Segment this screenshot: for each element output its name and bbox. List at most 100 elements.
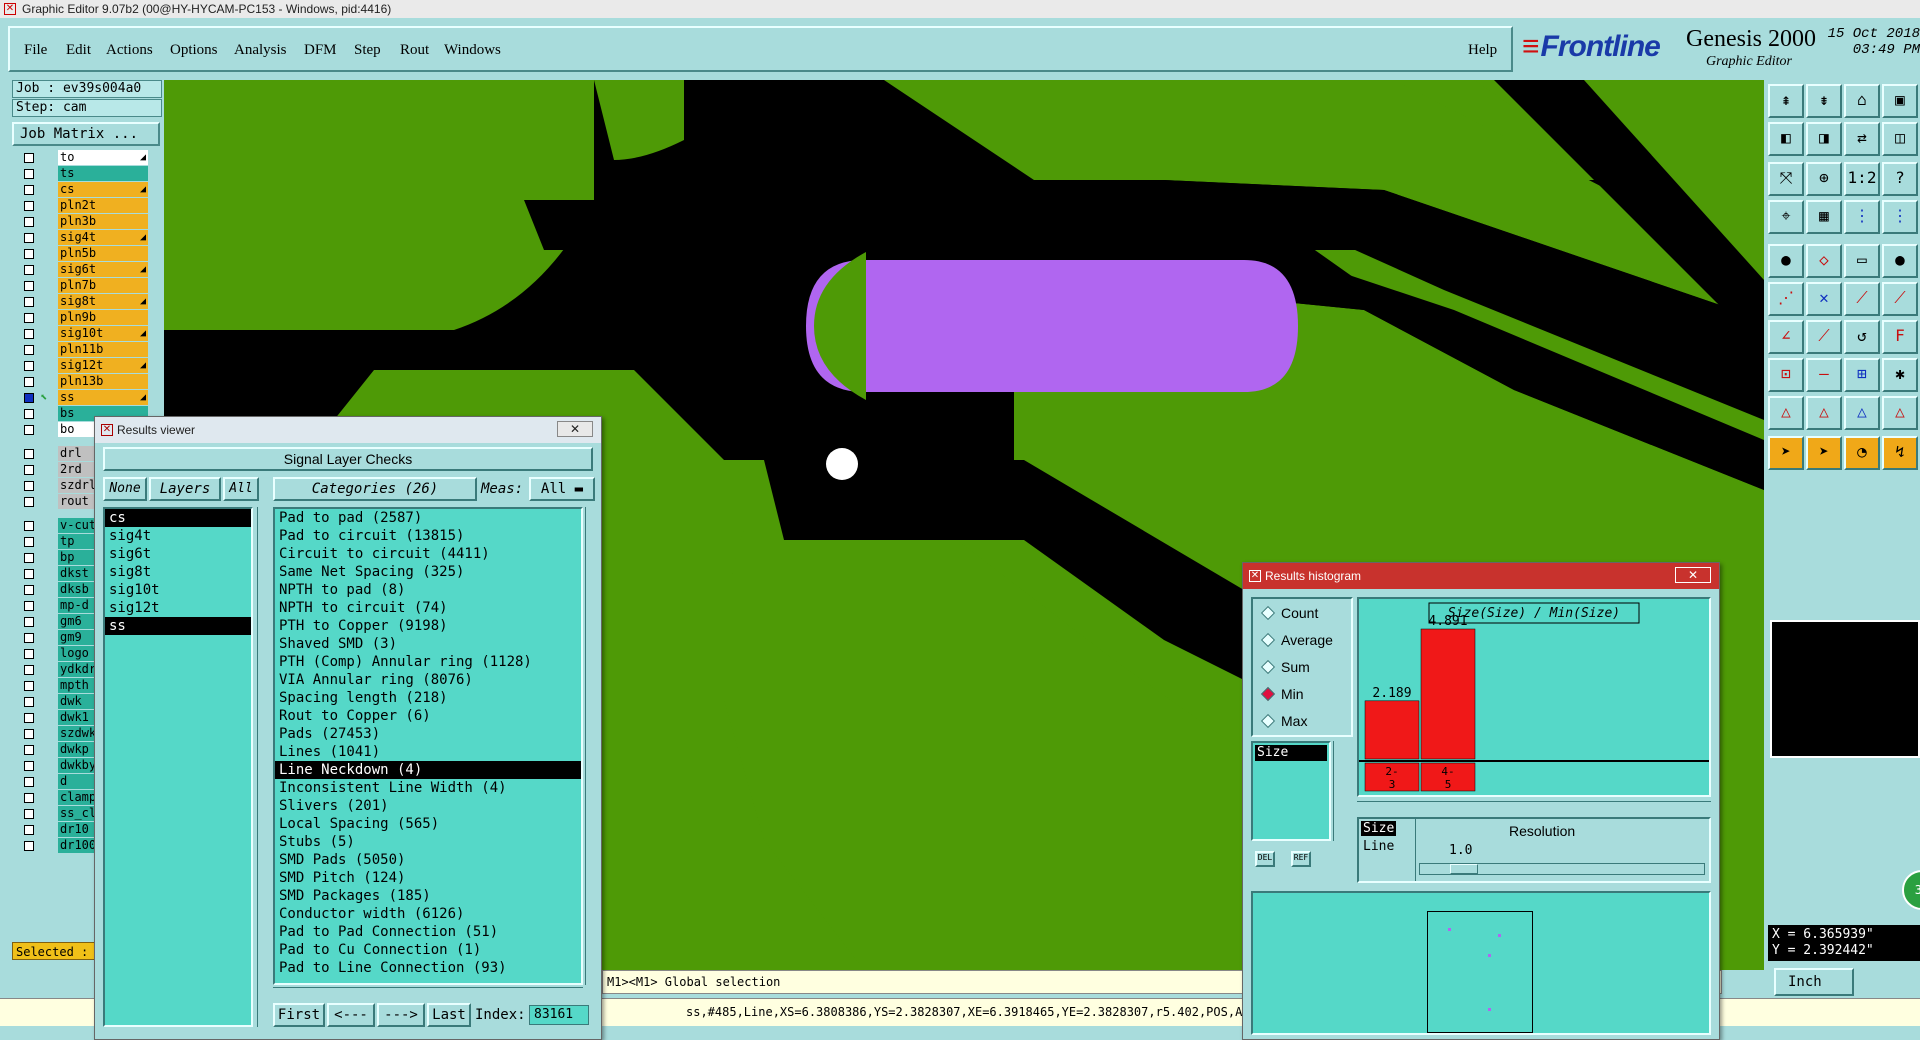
layer-checkbox[interactable] [24,649,34,659]
slider-handle[interactable] [1450,864,1478,874]
result-layer-item[interactable]: ss [105,617,251,635]
all-button[interactable]: All [223,477,259,501]
menu-analysis[interactable]: Analysis [234,42,287,59]
option-min[interactable]: Min [1260,684,1304,704]
tool-zoom-icon[interactable]: ⊕ [1806,162,1842,196]
tool-copy-icon[interactable]: ◇ [1806,244,1842,278]
tool-grid-icon[interactable]: ▦ [1806,200,1842,234]
menu-dfm[interactable]: DFM [304,42,337,59]
category-item[interactable]: Pad to Pad Connection (51) [275,923,581,941]
meas-dropdown[interactable]: All ▬ [529,477,595,501]
tool-tri3-icon[interactable]: △ [1844,396,1880,430]
first-button[interactable]: First [273,1003,325,1027]
layer-checkbox[interactable] [24,409,34,419]
tool-select2-icon[interactable]: ➤ [1806,436,1842,470]
layer-checkbox[interactable] [24,153,34,163]
measure-list[interactable]: Size [1251,741,1331,841]
layer-checkbox[interactable] [24,633,34,643]
categories-button[interactable]: Categories (26) [273,477,477,501]
tool-window-icon[interactable]: ▣ [1882,84,1918,118]
tool-angle-icon[interactable]: ∠ [1768,320,1804,354]
category-item[interactable]: Spacing length (218) [275,689,581,707]
layer-row-sig6t[interactable]: sig6t ◢ [18,262,160,277]
layer-checkbox[interactable] [24,553,34,563]
layer-checkbox[interactable] [24,585,34,595]
layer-checkbox[interactable] [24,425,34,435]
tool-select-icon[interactable]: ➤ [1768,436,1804,470]
layer-name[interactable]: sig4t ◢ [58,230,148,245]
category-item[interactable]: Lines (1041) [275,743,581,761]
layer-name[interactable]: pln5b [58,246,148,261]
layer-row-ss[interactable]: ⬉ ss ◢ [18,390,160,405]
result-layer-item[interactable]: sig8t [105,563,251,581]
category-item[interactable]: PTH (Comp) Annular ring (1128) [275,653,581,671]
category-item[interactable]: Circuit to circuit (4411) [275,545,581,563]
tool-snap-icon[interactable]: ⋮ [1844,200,1880,234]
layer-name[interactable]: pln13b [58,374,148,389]
layer-checkbox[interactable] [24,217,34,227]
tool-node-icon[interactable]: ⟋ [1882,282,1918,316]
layer-checkbox[interactable] [24,185,34,195]
layer-checkbox[interactable] [24,201,34,211]
category-item[interactable]: Pad to Cu Connection (1) [275,941,581,959]
layer-row-to[interactable]: to ◢ [18,150,160,165]
tool-slash-icon[interactable]: ⟋ [1806,320,1842,354]
tool-swap-icon[interactable]: ⇄ [1844,122,1880,156]
category-item[interactable]: VIA Annular ring (8076) [275,671,581,689]
tool-move-icon[interactable]: ⊞ [1844,358,1880,392]
menu-step[interactable]: Step [354,42,381,59]
none-button[interactable]: None [103,477,147,501]
tool-lasso-icon[interactable]: ◔ [1844,436,1880,470]
layer-checkbox[interactable] [24,481,34,491]
close-icon[interactable]: ✕ [1675,567,1711,583]
layer-checkbox[interactable] [24,793,34,803]
layers-button[interactable]: Layers [149,477,221,501]
category-item[interactable]: Pad to circuit (13815) [275,527,581,545]
category-item[interactable]: Shaved SMD (3) [275,635,581,653]
tool-connect-icon[interactable]: ⋰ [1768,282,1804,316]
tool-open-icon[interactable]: ⇞ [1768,84,1804,118]
layer-checkbox[interactable] [24,569,34,579]
categories-hscrollbar[interactable] [273,987,583,999]
category-item[interactable]: NPTH to pad (8) [275,581,581,599]
tool-text-icon[interactable]: F [1882,320,1918,354]
category-item[interactable]: Same Net Spacing (325) [275,563,581,581]
layer-row-sig8t[interactable]: sig8t ◢ [18,294,160,309]
menu-file[interactable]: File [24,42,47,59]
next-button[interactable]: ---> [377,1003,425,1027]
layer-name[interactable]: sig10t ◢ [58,326,148,341]
category-item[interactable]: Rout to Copper (6) [275,707,581,725]
tool-tri4-icon[interactable]: △ [1882,396,1918,430]
del-button[interactable]: DEL [1255,851,1275,867]
layer-name[interactable]: pln11b [58,342,148,357]
tool-ruler-icon[interactable]: ▭ [1844,244,1880,278]
layer-name[interactable]: cs ◢ [58,182,148,197]
category-item[interactable]: SMD Packages (185) [275,887,581,905]
layer-row-pln2t[interactable]: pln2t [18,198,160,213]
tool-line-icon[interactable]: ⟋ [1844,282,1880,316]
close-icon[interactable]: ✕ [557,421,593,437]
layers-list[interactable]: cs sig4t sig6t sig8t sig10t sig12t ss [103,507,253,1027]
layer-checkbox[interactable] [24,169,34,179]
layer-checkbox[interactable] [24,449,34,459]
layer-checkbox[interactable] [24,265,34,275]
categories-list[interactable]: Pad to pad (2587) Pad to circuit (13815) C… [273,507,583,985]
layer-checkbox[interactable] [24,297,34,307]
category-item[interactable]: Slivers (201) [275,797,581,815]
tool-split-icon[interactable]: ◫ [1882,122,1918,156]
layer-row-ts[interactable]: ts [18,166,160,181]
category-item[interactable]: Pad to pad (2587) [275,509,581,527]
tool-scale-icon[interactable]: 1:2 [1844,162,1880,196]
result-layer-item[interactable]: sig4t [105,527,251,545]
category-item[interactable]: Inconsistent Line Width (4) [275,779,581,797]
last-button[interactable]: Last [427,1003,471,1027]
layer-row-sig10t[interactable]: sig10t ◢ [18,326,160,341]
layer-checkbox[interactable] [24,729,34,739]
tool-pad-icon[interactable]: ● [1768,244,1804,278]
resolution-slider[interactable] [1419,863,1705,875]
size-tab[interactable]: Size [1361,821,1397,836]
layer-row-sig4t[interactable]: sig4t ◢ [18,230,160,245]
category-item[interactable]: SMD Pitch (124) [275,869,581,887]
layer-checkbox[interactable] [24,761,34,771]
categories-scrollbar[interactable] [585,507,597,985]
